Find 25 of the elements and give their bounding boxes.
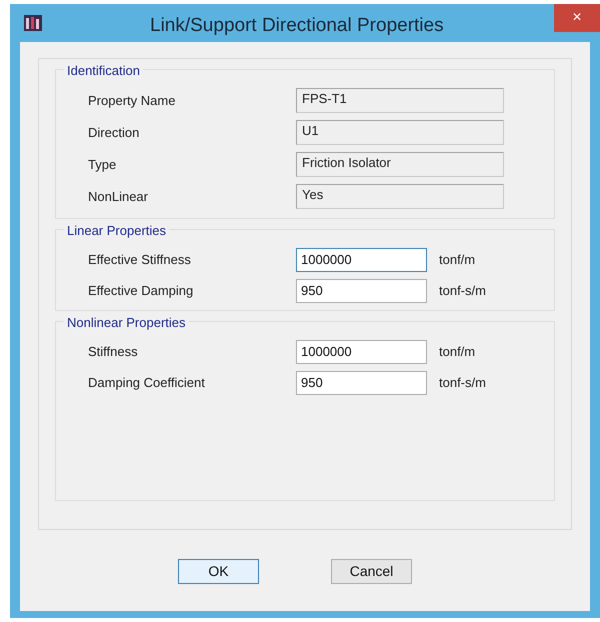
field-label: Damping Coefficient	[88, 374, 206, 392]
field-label: Property Name	[88, 92, 176, 110]
window-title: Link/Support Directional Properties	[150, 14, 444, 38]
readonly-field[interactable]: U1	[296, 120, 504, 145]
dialog-button[interactable]: Cancel	[331, 559, 412, 584]
unit-label: tonf-s/m	[439, 282, 486, 300]
dialog-button[interactable]: OK	[178, 559, 259, 584]
unit-label: tonf/m	[439, 343, 476, 362]
field-label: Effective Damping	[88, 282, 194, 300]
field-label: Direction	[88, 124, 140, 142]
field-label: NonLinear	[88, 188, 149, 206]
readonly-field[interactable]: Friction Isolator	[296, 152, 504, 177]
field-label: Effective Stiffness	[88, 251, 192, 270]
unit-label: tonf/m	[439, 251, 476, 270]
input-field[interactable]: 1000000	[296, 248, 427, 272]
close-button[interactable]: ×	[554, 4, 600, 32]
input-field[interactable]: 950	[296, 279, 427, 303]
field-label: Stiffness	[88, 343, 139, 362]
field-label: Type	[88, 156, 118, 174]
readonly-field[interactable]: FPS-T1	[296, 88, 504, 113]
unit-label: tonf-s/m	[439, 374, 486, 392]
readonly-field[interactable]: Yes	[296, 184, 504, 209]
input-field[interactable]: 1000000	[296, 340, 427, 364]
input-field[interactable]: 950	[296, 371, 427, 395]
app-icon	[24, 15, 42, 31]
